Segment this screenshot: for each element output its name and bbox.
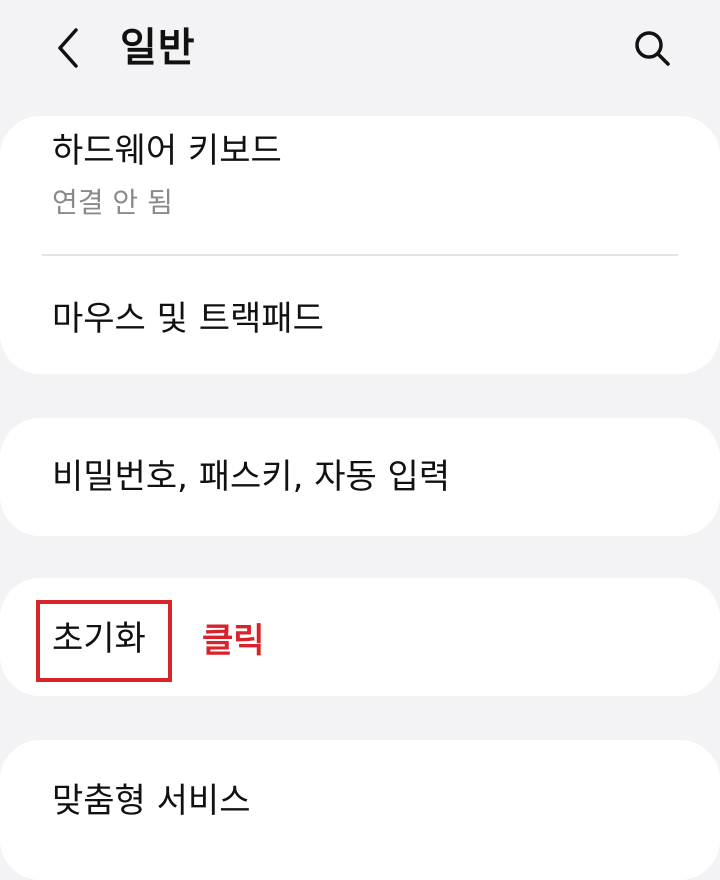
- mouse-trackpad-title: 마우스 및 트랙패드: [52, 299, 324, 339]
- hardware-keyboard-item[interactable]: 하드웨어 키보드 연결 안 됨: [0, 116, 720, 254]
- hardware-keyboard-title: 하드웨어 키보드: [52, 131, 282, 171]
- search-icon: [635, 31, 670, 66]
- hardware-keyboard-status: 연결 안 됨: [52, 186, 173, 219]
- back-button[interactable]: [40, 22, 96, 74]
- search-button[interactable]: [624, 22, 680, 74]
- app-bar: 일반: [0, 0, 720, 100]
- reset-title: 초기화: [52, 619, 146, 659]
- settings-card-reset: 초기화: [0, 578, 720, 696]
- mouse-trackpad-item[interactable]: 마우스 및 트랙패드: [0, 256, 720, 374]
- settings-card-customization: 맞춤형 서비스: [0, 740, 720, 880]
- click-annotation-label: 클릭: [202, 621, 265, 661]
- chevron-left-icon: [58, 28, 78, 68]
- customization-service-title: 맞춤형 서비스: [52, 781, 251, 821]
- customization-service-item[interactable]: 맞춤형 서비스: [0, 740, 720, 880]
- reset-item[interactable]: 초기화: [0, 578, 720, 696]
- page-title: 일반: [120, 25, 196, 71]
- settings-card-input-devices: 하드웨어 키보드 연결 안 됨 마우스 및 트랙패드: [0, 116, 720, 374]
- settings-card-passwords: 비밀번호, 패스키, 자동 입력: [0, 418, 720, 536]
- passwords-autofill-item[interactable]: 비밀번호, 패스키, 자동 입력: [0, 418, 720, 536]
- passwords-autofill-title: 비밀번호, 패스키, 자동 입력: [52, 457, 451, 497]
